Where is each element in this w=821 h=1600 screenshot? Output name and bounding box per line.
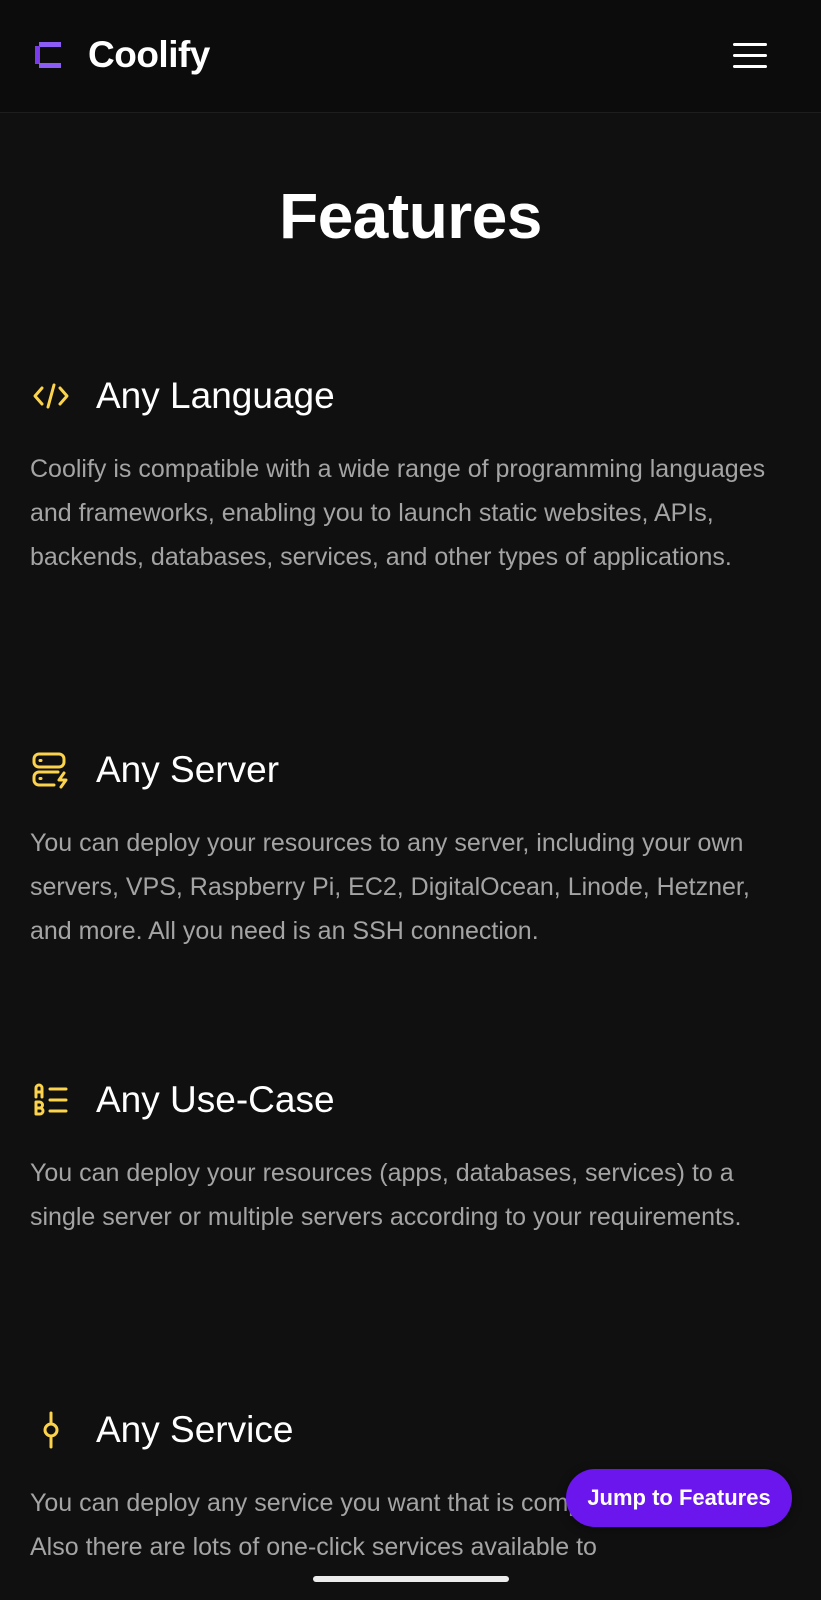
list-letters-icon — [30, 1079, 72, 1121]
jump-to-features-button[interactable]: Jump to Features — [566, 1469, 792, 1527]
feature-any-use-case: Any Use-Case You can deploy your resourc… — [30, 1075, 790, 1239]
feature-description: You can deploy your resources (apps, dat… — [30, 1159, 742, 1231]
home-indicator[interactable] — [313, 1576, 509, 1582]
coolify-logo-icon — [35, 42, 61, 68]
feature-title: Any Service — [96, 1409, 294, 1450]
feature-title: Any Language — [96, 375, 335, 416]
page-title: Features — [279, 180, 542, 252]
feature-any-language: Any Language Coolify is compatible with … — [30, 371, 790, 579]
feature-title: Any Use-Case — [96, 1079, 335, 1120]
server-bolt-icon — [30, 749, 72, 791]
git-commit-icon — [30, 1409, 72, 1451]
feature-title: Any Server — [96, 749, 280, 790]
hamburger-menu-icon[interactable] — [730, 38, 770, 72]
top-navigation-bar: Coolify — [0, 0, 821, 113]
brand-link[interactable]: Coolify — [33, 31, 210, 79]
feature-description: You can deploy your resources to any ser… — [30, 829, 750, 945]
code-icon — [30, 375, 72, 417]
feature-any-server: Any Server You can deploy your resources… — [30, 745, 790, 953]
brand-name: Coolify — [88, 34, 210, 75]
feature-description: Coolify is compatible with a wide range … — [30, 455, 766, 571]
